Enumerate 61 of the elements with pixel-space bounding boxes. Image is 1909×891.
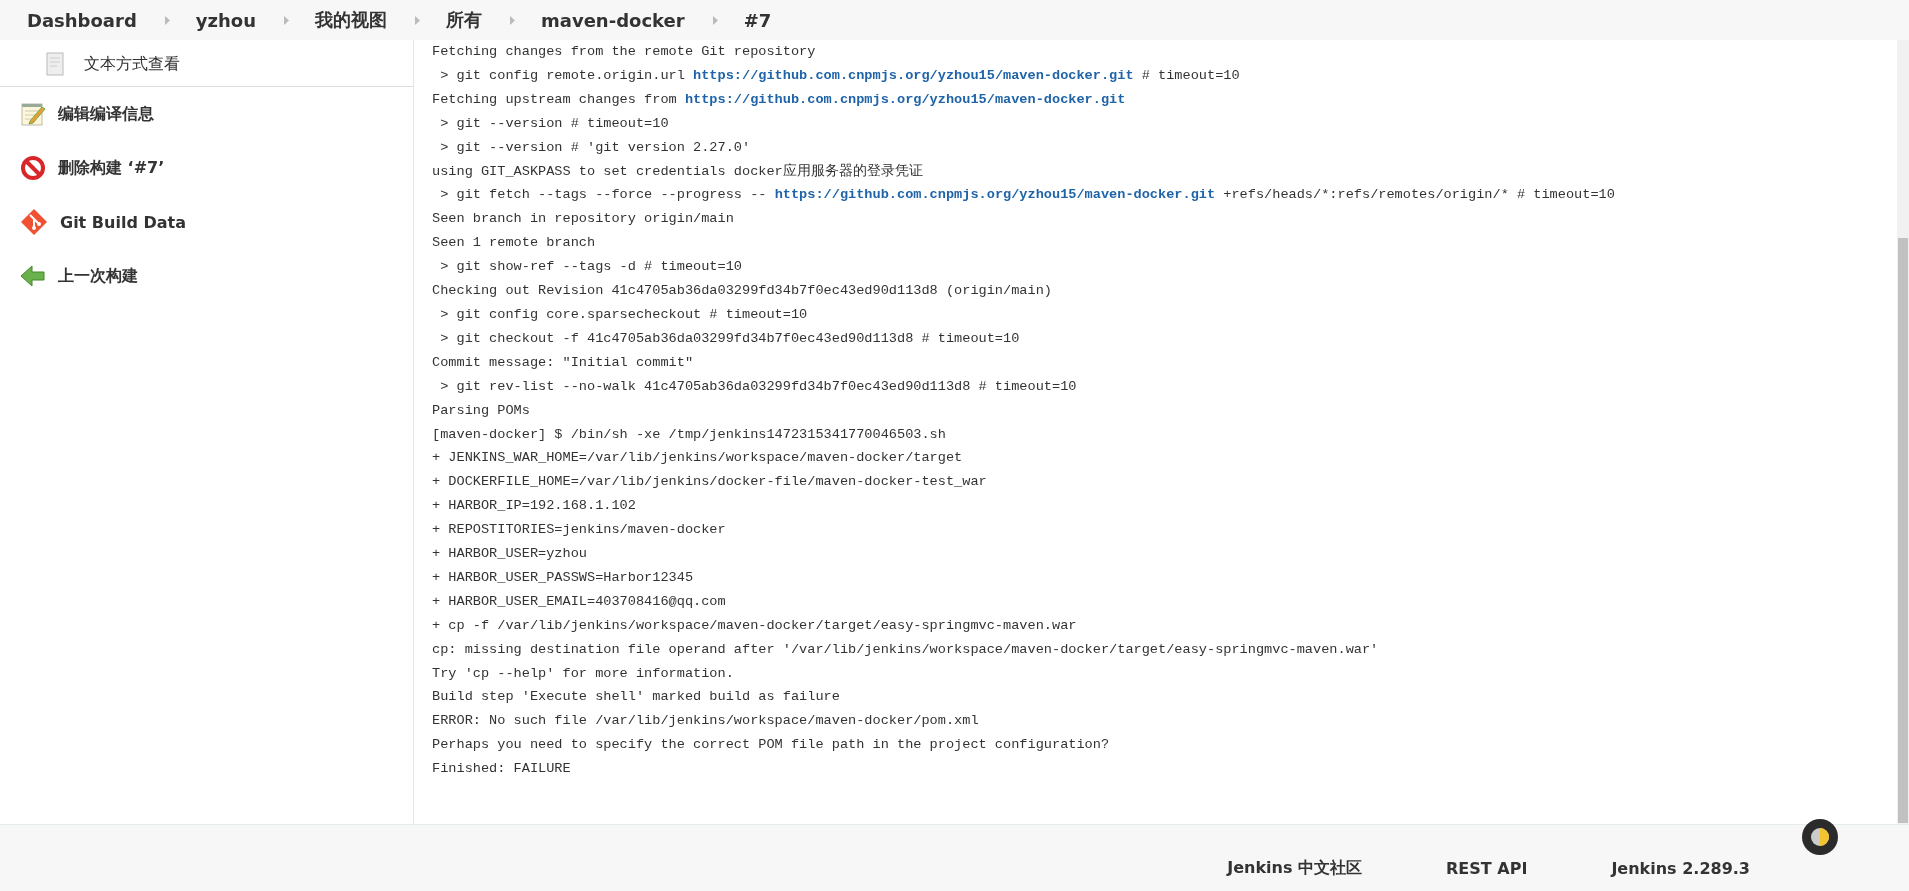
chevron-icon [284, 15, 289, 25]
console-line: + HARBOR_USER_EMAIL=403708416@qq.com [432, 592, 726, 611]
console-line: > git checkout -f 41c4705ab36da03299fd34b7f0ec43ed90d113d8 # timeout=10 [439, 329, 1020, 348]
prohibited-icon [20, 155, 46, 181]
sidebar-link[interactable]: 文本方式查看 [84, 53, 180, 75]
breadcrumb-link[interactable]: 所有 [446, 8, 482, 32]
console-line: + JENKINS_WAR_HOME=/var/lib/jenkins/workspace/maven-docker/target [432, 449, 963, 468]
sidebar-link[interactable]: 删除构建 ‘#7’ [58, 157, 165, 179]
console-line: Parsing POMs [432, 401, 530, 420]
console-line: Fetching changes from the remote Git repository [432, 43, 816, 61]
console-line: Seen branch in repository origin/main [432, 210, 734, 229]
console-line: + REPOSTITORIES=jenkins/maven-docker [432, 521, 726, 540]
footer-link[interactable]: REST API [1446, 858, 1528, 878]
console-line: Finished: FAILURE [432, 760, 571, 779]
console-line: Fetching upstream changes from https://github.com.cnpmjs.org/yzhou15/maven-docker.git [432, 90, 1126, 109]
console-line: Try 'cp --help' for more information. [432, 664, 734, 683]
breadcrumb-link[interactable]: Dashboard [27, 9, 137, 31]
chevron-icon [164, 15, 170, 25]
repository-link[interactable]: https://github.com.cnpmjs.org/yzhou15/maven-docker.git [684, 91, 1126, 107]
console-line: + HARBOR_IP=192.168.1.102 [432, 497, 636, 516]
console-line: [maven-docker] $ /bin/sh -xe /tmp/jenkins1472315341770046503.sh [432, 425, 946, 444]
console-line: > git fetch --tags --force --progress -- https://github.com.cnpmjs.org/yzhou15/maven-docker.git +refs/heads/*:refs/remotes/origin/* # timeout=10 [439, 186, 1615, 205]
sidebar-link[interactable]: 上一次构建 [58, 265, 138, 287]
breadcrumb-link[interactable]: 我的视图 [315, 8, 387, 32]
sidebar-link[interactable]: 编辑编译信息 [58, 103, 154, 125]
console-line: + cp -f /var/lib/jenkins/workspace/maven-docker/target/easy-springmvc-maven.war [432, 616, 1077, 635]
console-line: Checking out Revision 41c4705ab36da03299fd34b7f0ec43ed90d113d8 (origin/main) [432, 282, 1052, 301]
console-line: Seen 1 remote branch [432, 234, 596, 253]
footer-link[interactable]: Jenkins 2.289.3 [1611, 858, 1750, 878]
console-line: > git show-ref --tags -d # timeout=10 [439, 258, 742, 277]
console-line: > git --version # 'git version 2.27.0' [439, 138, 751, 157]
console-line: using GIT_ASKPASS to set credentials docker应用服务器的登录凭证 [432, 162, 923, 181]
repository-link[interactable]: https://github.com.cnpmjs.org/yzhou15/maven-docker.git [774, 187, 1216, 203]
breadcrumb-link[interactable]: yzhou [195, 9, 256, 31]
breadcrumb-link[interactable]: #7 [743, 9, 772, 31]
floating-button[interactable] [1802, 819, 1838, 855]
console-line: + HARBOR_USER=yzhou [432, 545, 587, 564]
console-line: Perhaps you need to specify the correct POM file path in the project configuration? [432, 736, 1110, 755]
half-circle-icon [1810, 827, 1830, 847]
repository-link[interactable]: https://github.com.cnpmjs.org/yzhou15/maven-docker.git [693, 67, 1134, 83]
document-icon [46, 52, 64, 76]
console-line: ERROR: No such file /var/lib/jenkins/workspace/maven-docker/pom.xml [432, 712, 979, 731]
left-arrow-icon [20, 264, 46, 288]
footer-link[interactable]: Jenkins 中文社区 [1227, 857, 1363, 879]
scrollbar-thumb[interactable] [1898, 238, 1908, 823]
console-line: + HARBOR_USER_PASSWS=Harbor12345 [432, 568, 694, 587]
sidebar-link[interactable]: Git Build Data [60, 212, 186, 232]
console-line: Build step 'Execute shell' marked build as failure [432, 688, 840, 707]
chevron-icon [712, 15, 718, 25]
chevron-icon [510, 15, 515, 25]
console-line: Commit message: "Initial commit" [432, 353, 694, 372]
console-line: > git --version # timeout=10 [439, 114, 669, 133]
console-line: + DOCKERFILE_HOME=/var/lib/jenkins/docker-file/maven-docker-test_war [432, 473, 987, 492]
console-line: > git rev-list --no-walk 41c4705ab36da03299fd34b7f0ec43ed90d113d8 # timeout=10 [439, 377, 1077, 396]
chevron-icon [415, 15, 420, 25]
console-line: > git config core.sparsecheckout # timeout=10 [439, 305, 808, 324]
console-line: > git config remote.origin.url https://github.com.cnpmjs.org/yzhou15/maven-docker.git # timeout=10 [439, 66, 1240, 85]
console-line: cp: missing destination file operand after '/var/lib/jenkins/workspace/maven-docker/target/easy-springmvc-maven.war' [432, 640, 1379, 659]
git-icon [20, 208, 48, 236]
breadcrumb-link[interactable]: maven-docker [541, 9, 685, 31]
notepad-pencil-icon [20, 101, 46, 127]
